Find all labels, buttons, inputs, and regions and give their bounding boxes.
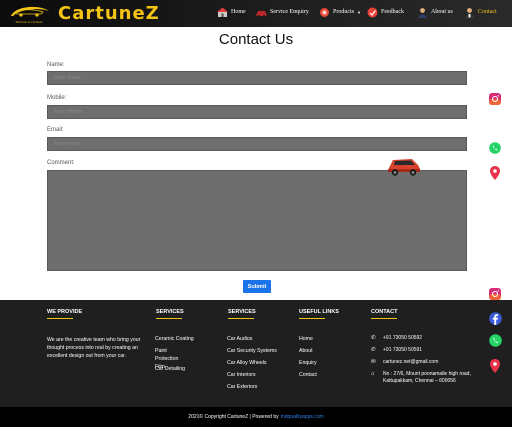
- footer-services1-heading: SERVICES: [156, 309, 184, 319]
- footer-phone1[interactable]: ✆ +91 73050 50592: [371, 335, 422, 343]
- footer-link[interactable]: Enquiry: [299, 360, 359, 372]
- nav-service-enquiry-label: Service Enquiry: [270, 9, 309, 15]
- nav-contact-label: Contact: [478, 9, 497, 15]
- footer-service-link[interactable]: Car Exteriors: [227, 384, 297, 396]
- name-field[interactable]: Enter Name: [47, 71, 467, 85]
- location-pin-icon[interactable]: [490, 166, 500, 185]
- email-field[interactable]: Enter Email: [47, 137, 467, 151]
- floating-car-image: [386, 153, 422, 182]
- submit-button[interactable]: Submit: [243, 280, 271, 293]
- footer-service-link[interactable]: Car Alloy Wheels: [227, 360, 297, 372]
- footer-email-text: cartunez.net@gmail.com: [383, 359, 439, 365]
- footer-links-heading: USEFUL LINKS: [299, 309, 339, 319]
- page-title: Contact Us: [218, 31, 294, 48]
- footer-provide-heading: WE PROVIDE: [47, 309, 82, 319]
- copyright-bar: 2021© Copyright CartuneZ | Powered by md…: [0, 407, 512, 427]
- footer-service-link[interactable]: Car Detailing: [155, 366, 215, 378]
- comment-textarea[interactable]: [47, 170, 467, 271]
- whatsapp-icon[interactable]: [489, 141, 501, 159]
- copyright-text: 2021© Copyright CartuneZ | Powered by: [188, 414, 279, 420]
- name-label: Name:: [47, 62, 65, 68]
- nav-feedback[interactable]: Feedback: [367, 5, 404, 19]
- email-label: Email:: [47, 127, 64, 133]
- footer-service-link[interactable]: Paint Protection Film: [155, 348, 189, 370]
- car-icon: [256, 7, 267, 18]
- nav-products[interactable]: Products ▼: [319, 5, 361, 19]
- footer-phone2-text: +91 73050 50591: [383, 347, 423, 353]
- footer-contact-heading: CONTACT: [371, 309, 397, 319]
- footer-service-link[interactable]: Car Audios: [227, 336, 297, 348]
- nav-feedback-label: Feedback: [381, 9, 404, 15]
- instagram-icon[interactable]: [489, 92, 501, 110]
- email-placeholder: Enter Email: [54, 141, 80, 147]
- name-placeholder: Enter Name: [54, 75, 81, 81]
- footer-service-link[interactable]: Car Interiors: [227, 372, 297, 384]
- footer-services1-list: Ceramic Coating Paint Protection Film Ca…: [155, 336, 215, 378]
- footer-link[interactable]: Contact: [299, 372, 359, 384]
- phone-icon: ✆: [371, 347, 376, 353]
- location-pin-icon-footer[interactable]: [490, 359, 500, 378]
- about-icon: [417, 7, 428, 18]
- comment-label: Comment:: [47, 160, 75, 166]
- phone-icon: ✆: [371, 335, 376, 341]
- feedback-icon: [367, 7, 378, 18]
- mobile-label: Mobile:: [47, 95, 67, 101]
- footer-link[interactable]: About: [299, 348, 359, 360]
- nav-home[interactable]: Home: [217, 5, 246, 19]
- footer-email[interactable]: ✉ cartunez.net@gmail.com: [371, 359, 438, 367]
- contact-icon: [464, 7, 475, 18]
- mobile-field[interactable]: Enter Mobile: [47, 105, 467, 119]
- footer-phone1-text: +91 73050 50592: [383, 335, 423, 341]
- home-icon: [217, 7, 228, 18]
- whatsapp-icon-footer[interactable]: [489, 334, 502, 352]
- chevron-down-icon: ▼: [357, 9, 361, 15]
- footer-services2-list: Car Audios Car Security Systems Car Allo…: [227, 336, 297, 396]
- products-icon: [319, 7, 330, 18]
- footer-link[interactable]: Home: [299, 336, 359, 348]
- facebook-icon[interactable]: [489, 312, 502, 330]
- brand-name[interactable]: CartuneZ: [58, 3, 160, 24]
- brand-badge-text: Welcome to Cartunez: [15, 20, 43, 24]
- powered-by-link[interactable]: mdqualityapps.com: [281, 414, 324, 420]
- mobile-placeholder: Enter Mobile: [54, 109, 83, 115]
- nav-home-label: Home: [231, 9, 246, 15]
- footer: WE PROVIDE We are the creative team who …: [0, 300, 512, 407]
- navbar: Welcome to Cartunez CartuneZ Home Servic…: [0, 0, 512, 27]
- footer-address-text: No : 27/6, Mount poonamalle high road, K…: [383, 371, 471, 385]
- nav-service-enquiry[interactable]: Service Enquiry: [256, 5, 309, 19]
- footer-links-list: Home About Enquiry Contact: [299, 336, 359, 384]
- home-icon: ⌂: [371, 371, 375, 377]
- footer-services2-heading: SERVICES: [228, 309, 256, 319]
- nav-about-label: About us: [431, 9, 453, 15]
- envelope-icon: ✉: [371, 359, 376, 365]
- brand-logo-badge[interactable]: Welcome to Cartunez: [5, 2, 53, 25]
- nav-products-label: Products: [333, 9, 354, 15]
- nav-about[interactable]: About us: [417, 5, 453, 19]
- footer-service-link[interactable]: Car Security Systems: [227, 348, 297, 360]
- footer-address: ⌂ No : 27/6, Mount poonamalle high road,…: [371, 371, 471, 386]
- footer-phone2[interactable]: ✆ +91 73050 50591: [371, 347, 422, 355]
- footer-service-link[interactable]: Ceramic Coating: [155, 336, 215, 348]
- footer-provide-text: We are the creative team who bring your …: [47, 337, 141, 360]
- nav-contact[interactable]: Contact: [464, 5, 497, 19]
